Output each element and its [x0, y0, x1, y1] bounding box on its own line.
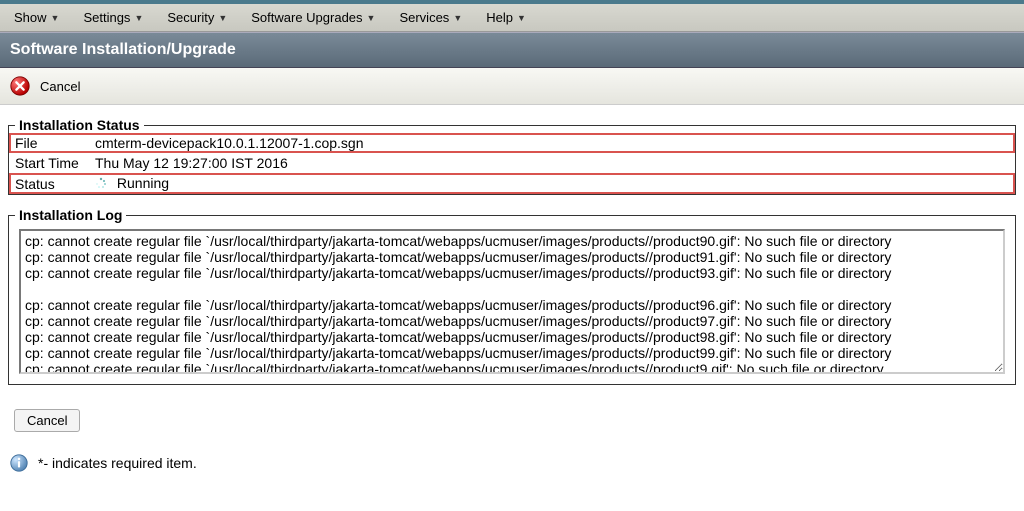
- menu-show-label: Show: [14, 10, 47, 25]
- status-file-label: File: [9, 133, 89, 153]
- page-title-text: Software Installation/Upgrade: [10, 41, 236, 58]
- status-status-label: Status: [9, 173, 89, 194]
- footer-note: *- indicates required item.: [0, 448, 1024, 482]
- status-start-value: Thu May 12 19:27:00 IST 2016: [89, 153, 1015, 173]
- installation-log-section: Installation Log cp: cannot create regul…: [8, 207, 1016, 385]
- menu-settings[interactable]: Settings ▼: [77, 8, 149, 27]
- cancel-icon[interactable]: [8, 74, 32, 98]
- menu-services-label: Services: [399, 10, 449, 25]
- chevron-down-icon: ▼: [51, 13, 60, 23]
- menu-software-upgrades[interactable]: Software Upgrades ▼: [245, 8, 381, 27]
- installation-log-textarea[interactable]: cp: cannot create regular file `/usr/loc…: [19, 229, 1005, 374]
- installation-log-legend: Installation Log: [15, 207, 126, 223]
- cancel-button[interactable]: Cancel: [14, 409, 80, 432]
- page-title: Software Installation/Upgrade: [0, 32, 1024, 68]
- chevron-down-icon: ▼: [218, 13, 227, 23]
- status-start-row: Start Time Thu May 12 19:27:00 IST 2016: [9, 153, 1015, 173]
- footer-note-text: *- indicates required item.: [38, 455, 197, 471]
- status-file-value: cmterm-devicepack10.0.1.12007-1.cop.sgn: [89, 133, 1015, 153]
- status-start-label: Start Time: [9, 153, 89, 173]
- chevron-down-icon: ▼: [367, 13, 376, 23]
- status-status-value: Running: [117, 175, 169, 191]
- toolbar: Cancel: [0, 68, 1024, 105]
- menu-security-label: Security: [167, 10, 214, 25]
- toolbar-cancel-label[interactable]: Cancel: [40, 79, 80, 94]
- installation-status-table: File cmterm-devicepack10.0.1.12007-1.cop…: [9, 133, 1015, 194]
- menu-help[interactable]: Help ▼: [480, 8, 532, 27]
- chevron-down-icon: ▼: [453, 13, 462, 23]
- status-status-row: Status Running: [9, 173, 1015, 194]
- status-file-row: File cmterm-devicepack10.0.1.12007-1.cop…: [9, 133, 1015, 153]
- menu-settings-label: Settings: [83, 10, 130, 25]
- chevron-down-icon: ▼: [517, 13, 526, 23]
- installation-status-section: Installation Status File cmterm-devicepa…: [8, 117, 1016, 195]
- chevron-down-icon: ▼: [134, 13, 143, 23]
- menubar: Show ▼ Settings ▼ Security ▼ Software Up…: [0, 4, 1024, 32]
- spinner-icon: [95, 176, 107, 192]
- info-icon: [8, 452, 30, 474]
- menu-services[interactable]: Services ▼: [393, 8, 468, 27]
- menu-software-upgrades-label: Software Upgrades: [251, 10, 362, 25]
- menu-help-label: Help: [486, 10, 513, 25]
- installation-status-legend: Installation Status: [15, 117, 144, 133]
- menu-show[interactable]: Show ▼: [8, 8, 65, 27]
- menu-security[interactable]: Security ▼: [161, 8, 233, 27]
